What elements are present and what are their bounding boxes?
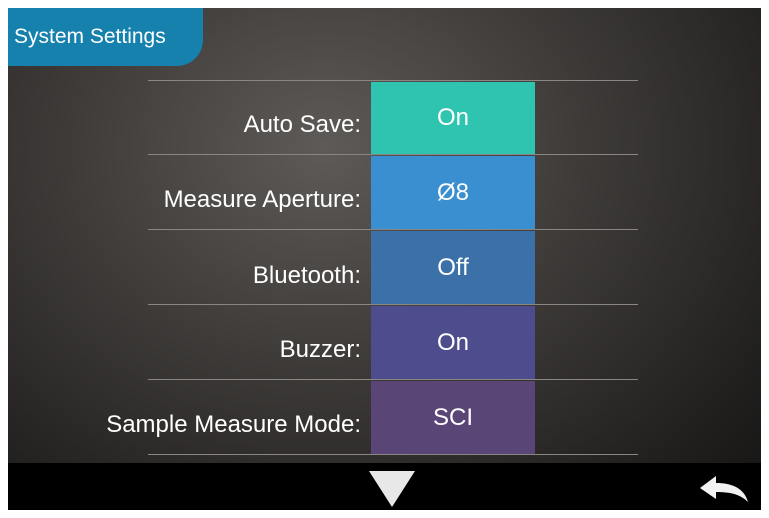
sample-measure-mode-label: Sample Measure Mode: — [106, 411, 361, 438]
bluetooth-label: Bluetooth: — [252, 262, 361, 289]
divider — [148, 229, 638, 230]
auto-save-value-button[interactable]: On — [371, 82, 535, 154]
divider — [148, 80, 638, 81]
divider — [148, 304, 638, 305]
measure-aperture-value-button[interactable]: Ø8 — [371, 156, 535, 229]
sample-measure-mode-value-button[interactable]: SCI — [371, 381, 535, 454]
measure-aperture-label: Measure Aperture: — [163, 186, 361, 213]
divider — [148, 154, 638, 155]
auto-save-label: Auto Save: — [243, 111, 361, 138]
buzzer-label: Buzzer: — [279, 336, 361, 363]
divider — [148, 379, 638, 380]
bluetooth-value-button[interactable]: Off — [371, 231, 535, 304]
divider — [148, 454, 638, 455]
page-title: System Settings — [8, 8, 203, 66]
system-settings-screen: System Settings Auto Save: On Measure Ap… — [8, 8, 761, 510]
triangle-down-icon[interactable] — [369, 471, 415, 507]
buzzer-value-button[interactable]: On — [371, 306, 535, 379]
return-arrow-icon[interactable] — [698, 474, 750, 504]
